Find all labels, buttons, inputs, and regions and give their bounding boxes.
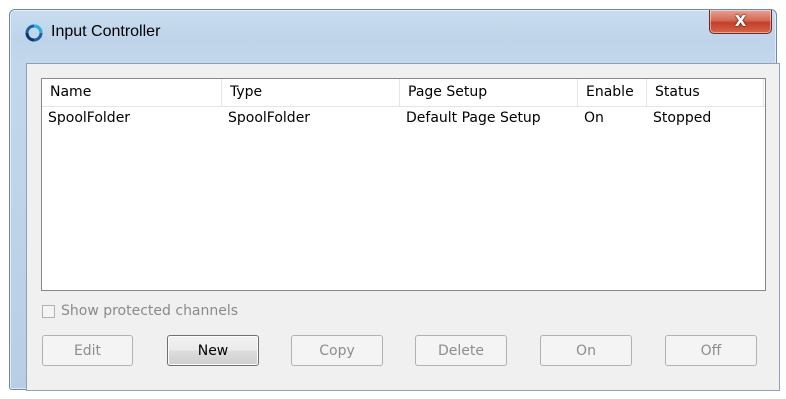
cell-type: SpoolFolder [228,110,311,126]
column-header-page-setup[interactable]: Page Setup [400,79,578,106]
cell-enable: On [584,110,604,126]
column-header-name[interactable]: Name [42,79,222,106]
dialog-client-area: Name Type Page Setup Enable Status Spool… [26,63,780,391]
close-button[interactable]: X [709,10,772,34]
cell-page-setup: Default Page Setup [406,110,541,126]
new-button[interactable]: New [167,335,259,366]
on-button[interactable]: On [540,335,632,366]
window-title: Input Controller [51,23,161,40]
show-protected-label: Show protected channels [61,303,239,319]
copy-button[interactable]: Copy [291,335,383,366]
column-header-status[interactable]: Status [647,79,764,106]
edit-button[interactable]: Edit [42,335,133,366]
off-button[interactable]: Off [665,335,757,366]
app-logo-icon [25,24,43,42]
list-header: Name Type Page Setup Enable Status [42,79,765,107]
table-row[interactable]: SpoolFolder SpoolFolder Default Page Set… [42,107,765,129]
cell-status: Stopped [653,110,712,126]
show-protected-checkbox[interactable] [42,304,55,318]
delete-button[interactable]: Delete [415,335,507,366]
column-header-type[interactable]: Type [222,79,400,106]
title-bar[interactable]: Input Controller X [10,10,776,54]
input-controller-window: Input Controller X Name Type Page Setup … [9,9,780,391]
show-protected-option[interactable]: Show protected channels [42,302,238,320]
close-icon: X [734,11,747,30]
column-header-enable[interactable]: Enable [578,79,647,106]
cell-name: SpoolFolder [48,110,131,126]
channel-list[interactable]: Name Type Page Setup Enable Status Spool… [41,78,766,291]
